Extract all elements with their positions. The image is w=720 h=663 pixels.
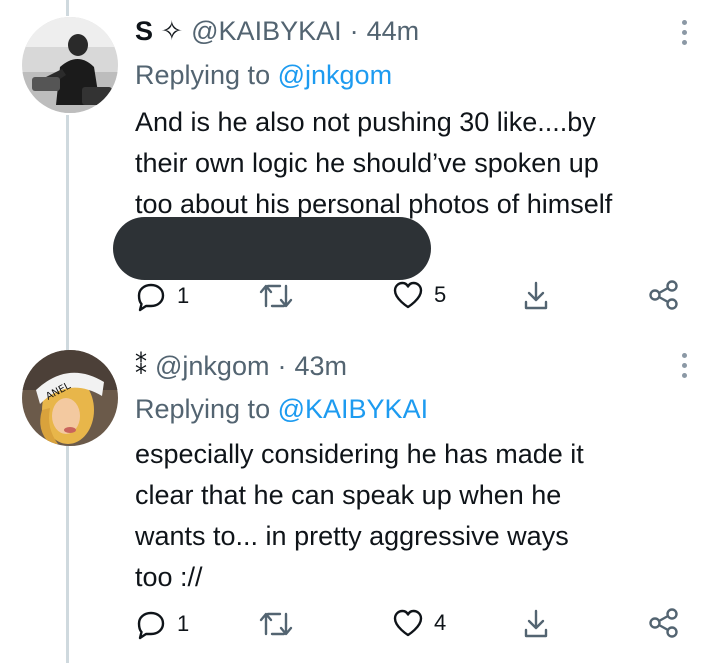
retweet-icon	[259, 284, 293, 308]
more-icon[interactable]	[677, 20, 691, 45]
timestamp[interactable]: 44m	[367, 16, 420, 47]
avatar-photo: ANEL	[22, 350, 118, 446]
share-button[interactable]	[648, 280, 680, 310]
reply-button[interactable]: 1	[135, 608, 189, 640]
display-name[interactable]: S ✧	[135, 16, 183, 47]
tweet-2[interactable]: ANEL ⁑ @jnkgom · 43m Replying to @KAIBYK…	[0, 340, 720, 663]
like-count: 5	[434, 282, 447, 307]
bookmark-button[interactable]	[522, 608, 550, 640]
separator-dot: ·	[349, 16, 359, 46]
bookmark-icon	[524, 609, 548, 638]
more-icon[interactable]	[677, 353, 691, 378]
timestamp[interactable]: 43m	[294, 351, 347, 382]
like-button[interactable]: 4	[392, 608, 446, 638]
like-icon	[393, 609, 423, 637]
replying-to-label: Replying to	[135, 60, 271, 90]
avatar[interactable]	[22, 17, 118, 113]
replying-to-label: Replying to	[135, 394, 271, 424]
tweet-header: ⁑ @jnkgom · 43m	[135, 351, 347, 382]
tweet-text: especially considering he has made it cl…	[135, 439, 584, 592]
display-name[interactable]: ⁑	[135, 352, 147, 381]
separator-dot: ·	[277, 351, 287, 381]
like-button[interactable]: 5	[392, 280, 446, 310]
share-icon	[649, 280, 678, 310]
avatar[interactable]: ANEL	[22, 350, 118, 446]
bookmark-icon	[524, 281, 548, 310]
tweet-header: S ✧ @KAIBYKAI · 44m	[135, 16, 419, 47]
tweet-1[interactable]: S ✧ @KAIBYKAI · 44m Replying to @jnkgom …	[0, 0, 720, 340]
reply-icon	[137, 283, 165, 312]
mention-link[interactable]: @jnkgom	[278, 60, 392, 90]
reply-button[interactable]: 1	[135, 280, 189, 312]
retweet-icon	[259, 612, 293, 636]
reply-count: 1	[177, 283, 190, 308]
bookmark-button[interactable]	[522, 280, 550, 312]
mention-link[interactable]: @KAIBYKAI	[278, 394, 428, 424]
share-button[interactable]	[648, 608, 680, 638]
share-icon	[649, 608, 678, 638]
redacted-block	[113, 217, 431, 280]
retweet-button[interactable]	[258, 610, 294, 638]
avatar-photo	[22, 17, 118, 113]
handle[interactable]: @jnkgom	[155, 351, 269, 382]
like-icon	[393, 281, 423, 309]
replying-to-line: Replying to @jnkgom	[135, 60, 392, 91]
reply-count: 1	[177, 611, 190, 636]
reply-icon	[137, 611, 165, 640]
tweet-text: And is he also not pushing 30 like....by…	[135, 107, 613, 219]
retweet-button[interactable]	[258, 282, 294, 310]
handle[interactable]: @KAIBYKAI	[191, 16, 341, 47]
like-count: 4	[434, 610, 447, 635]
replying-to-line: Replying to @KAIBYKAI	[135, 394, 428, 425]
